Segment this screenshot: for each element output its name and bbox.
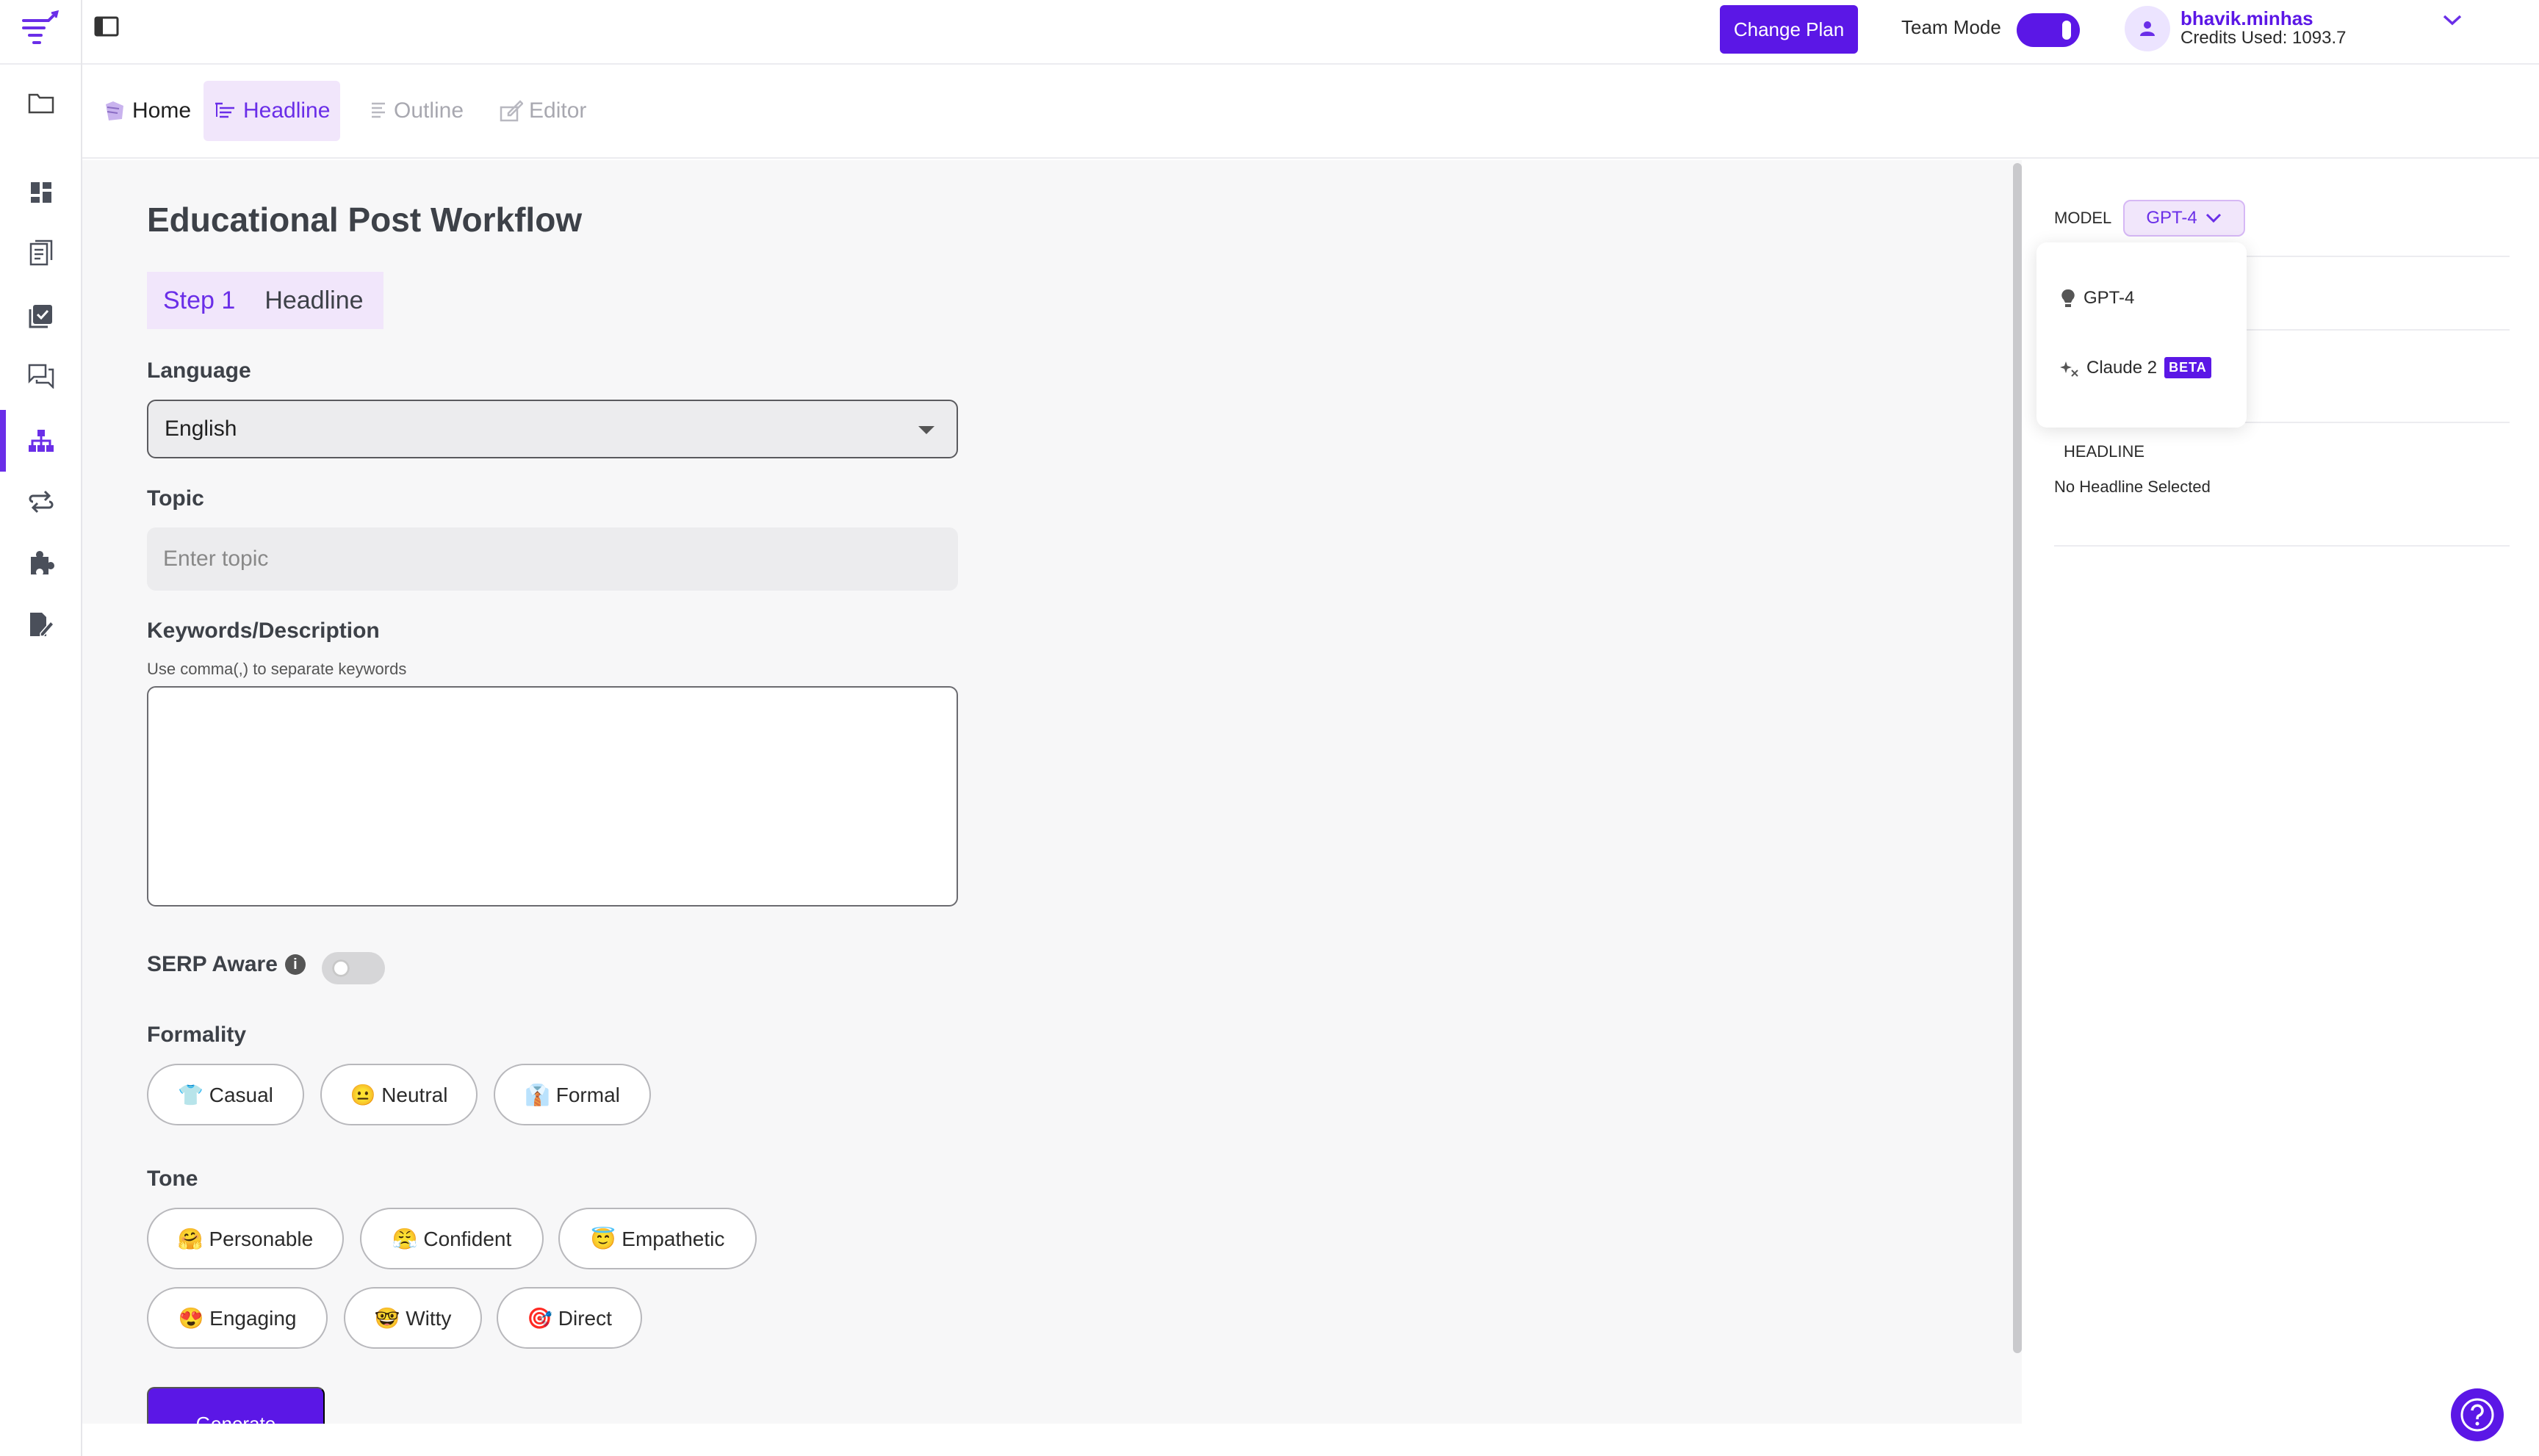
tab-editor[interactable]: Editor	[489, 81, 597, 141]
model-select-button[interactable]: GPT-4	[2123, 200, 2245, 237]
model-option-gpt4[interactable]: GPT-4	[2060, 288, 2134, 309]
serp-aware-row: SERP Aware i	[147, 952, 306, 977]
chevron-down-icon[interactable]	[2441, 13, 2468, 35]
tab-outline[interactable]: Outline	[360, 81, 474, 141]
tone-engaging[interactable]: 😍 Engaging	[147, 1287, 328, 1349]
sidebar-toggle-icon[interactable]	[94, 16, 123, 43]
headline-value: No Headline Selected	[2054, 477, 2211, 496]
top-bar	[82, 0, 2539, 65]
toggle-knob	[332, 959, 350, 977]
topic-placeholder: Enter topic	[163, 547, 269, 571]
model-option-label: Claude 2	[2086, 357, 2158, 378]
tone-direct[interactable]: 🎯 Direct	[497, 1287, 642, 1349]
language-value: English	[165, 417, 237, 441]
tab-home[interactable]: Home	[93, 81, 201, 141]
beta-badge: BETA	[2164, 357, 2211, 378]
step-number: Step 1	[163, 286, 236, 314]
tasks-check-icon[interactable]	[26, 301, 56, 331]
step-indicator: Step 1 Headline	[147, 272, 383, 329]
left-rail	[0, 0, 82, 1456]
keywords-textarea[interactable]	[147, 686, 958, 907]
language-select[interactable]: English	[147, 400, 958, 458]
page-title: Educational Post Workflow	[147, 201, 583, 239]
toggle-knob	[2062, 21, 2071, 40]
puzzle-icon[interactable]	[26, 548, 56, 577]
bottom-strip	[82, 1424, 2022, 1456]
headline-section-label: HEADLINE	[2064, 442, 2145, 461]
tab-label: Editor	[529, 98, 587, 123]
user-avatar[interactable]	[2125, 6, 2170, 51]
formality-neutral[interactable]: 😐 Neutral	[320, 1064, 478, 1125]
chevron-down-icon	[2205, 213, 2221, 223]
tab-headline[interactable]: Headline	[204, 81, 341, 141]
topic-label: Topic	[147, 486, 204, 511]
workflow-tree-icon[interactable]	[26, 426, 56, 455]
info-icon[interactable]: i	[284, 954, 306, 975]
dashboard-icon[interactable]	[26, 178, 56, 207]
team-mode-label: Team Mode	[1901, 16, 2001, 38]
tone-confident[interactable]: 😤 Confident	[360, 1208, 544, 1269]
formality-casual[interactable]: 👕 Casual	[147, 1064, 304, 1125]
formality-formal[interactable]: 👔 Formal	[494, 1064, 651, 1125]
keywords-label: Keywords/Description	[147, 619, 380, 643]
step-name: Headline	[264, 286, 364, 314]
change-plan-button[interactable]: Change Plan	[1720, 5, 1858, 54]
tone-empathetic[interactable]: 😇 Empathetic	[558, 1208, 757, 1269]
language-label: Language	[147, 358, 251, 383]
headline-icon	[215, 102, 234, 118]
documents-icon[interactable]	[26, 238, 56, 267]
model-dropdown-menu: GPT-4 Claude 2 BETA	[2036, 242, 2247, 428]
chat-icon[interactable]	[26, 361, 56, 391]
topic-input[interactable]: Enter topic	[147, 527, 958, 591]
folder-icon[interactable]	[26, 88, 56, 118]
user-icon	[2140, 21, 2155, 36]
tab-label: Outline	[394, 98, 464, 123]
serp-aware-toggle[interactable]	[322, 952, 385, 984]
tone-witty[interactable]: 🤓 Witty	[344, 1287, 482, 1349]
model-option-label: GPT-4	[2084, 288, 2135, 308]
user-name[interactable]: bhavik.minhas	[2180, 7, 2313, 30]
tone-label: Tone	[147, 1167, 198, 1191]
editor-icon	[500, 100, 523, 122]
team-mode-toggle[interactable]	[2017, 13, 2080, 47]
tab-label: Home	[132, 98, 192, 123]
model-label: MODEL	[2054, 209, 2112, 227]
divider	[2054, 545, 2510, 547]
rail-divider	[0, 63, 81, 65]
workflow-tabs: Home Headline Outline Editor	[82, 65, 2539, 159]
formality-label: Formality	[147, 1023, 247, 1047]
model-option-claude2[interactable]: Claude 2 BETA	[2060, 357, 2211, 378]
rail-active-indicator	[0, 410, 6, 472]
model-selected: GPT-4	[2146, 208, 2197, 228]
home-icon	[106, 101, 123, 120]
bulb-icon	[2061, 289, 2075, 307]
help-button[interactable]	[2451, 1388, 2504, 1441]
edit-document-icon[interactable]	[26, 610, 56, 639]
swap-icon[interactable]	[26, 486, 56, 516]
keywords-hint: Use comma(,) to separate keywords	[147, 660, 407, 678]
caret-down-icon	[918, 426, 934, 434]
app-logo-icon[interactable]	[19, 10, 60, 48]
credits-used: Credits Used: 1093.7	[2180, 28, 2347, 48]
outline-icon	[372, 102, 385, 118]
sparkle-icon	[2060, 361, 2078, 377]
tone-personable[interactable]: 🤗 Personable	[147, 1208, 344, 1269]
serp-label: SERP Aware	[147, 952, 278, 976]
question-icon	[2460, 1398, 2494, 1432]
scrollbar[interactable]	[2013, 163, 2022, 1353]
tab-label: Headline	[243, 98, 331, 123]
